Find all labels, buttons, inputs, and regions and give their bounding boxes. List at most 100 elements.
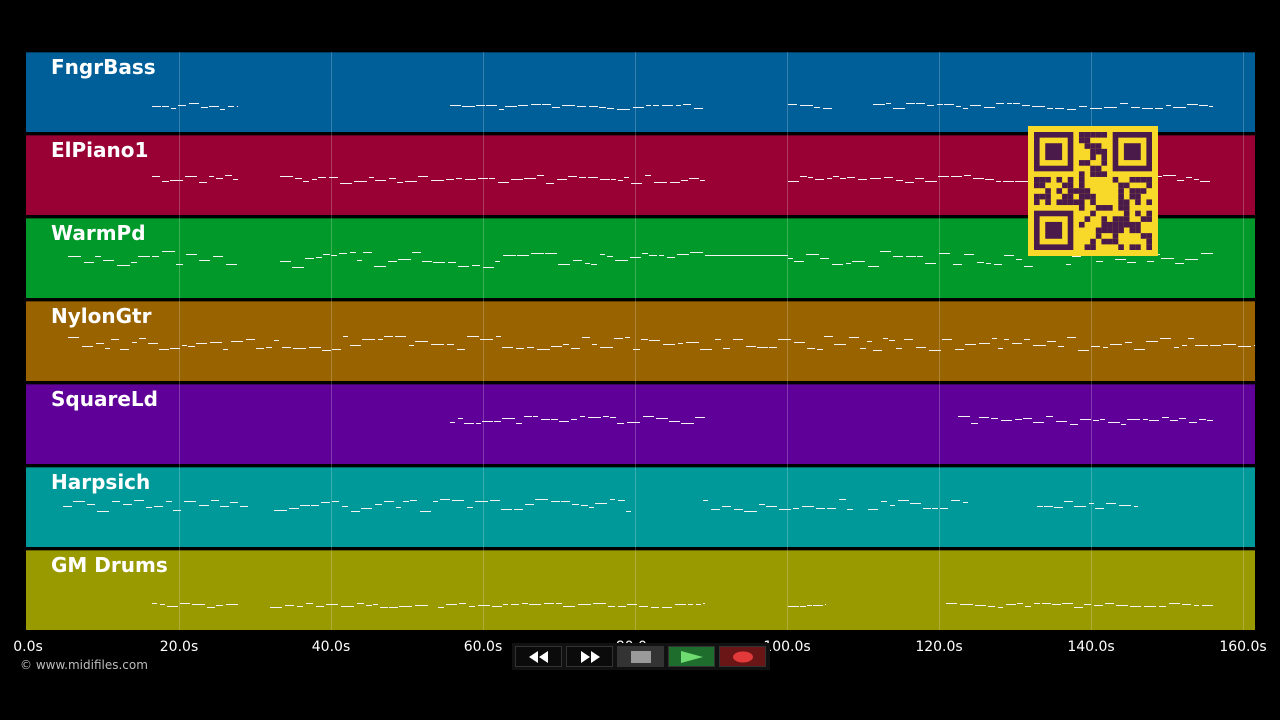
note bbox=[412, 252, 421, 253]
note bbox=[904, 339, 913, 340]
note bbox=[216, 605, 223, 606]
note bbox=[457, 349, 465, 350]
note bbox=[1179, 418, 1186, 419]
track-nylongtr[interactable]: NylonGtr bbox=[26, 301, 1255, 381]
note bbox=[537, 175, 544, 176]
note bbox=[176, 264, 183, 265]
note bbox=[1127, 262, 1136, 263]
note bbox=[847, 177, 855, 178]
track-label: SquareLd bbox=[51, 387, 158, 411]
record-button[interactable] bbox=[719, 646, 766, 667]
note bbox=[1127, 419, 1140, 420]
play-icon bbox=[680, 650, 703, 663]
note bbox=[793, 508, 799, 509]
note bbox=[618, 500, 625, 501]
note bbox=[531, 104, 541, 105]
note bbox=[925, 181, 937, 182]
note bbox=[87, 504, 95, 505]
note bbox=[332, 501, 339, 502]
note bbox=[996, 181, 1001, 182]
note bbox=[643, 416, 654, 417]
note bbox=[893, 108, 905, 109]
note bbox=[925, 263, 936, 264]
note bbox=[998, 607, 1003, 608]
play-button[interactable] bbox=[668, 646, 715, 667]
note bbox=[951, 500, 960, 501]
note bbox=[152, 256, 159, 257]
note bbox=[1120, 103, 1128, 104]
note bbox=[558, 264, 570, 265]
note bbox=[311, 505, 319, 506]
note bbox=[1100, 419, 1105, 420]
track-gm-drums[interactable]: GM Drums bbox=[26, 550, 1255, 630]
note bbox=[1084, 604, 1091, 605]
note bbox=[986, 263, 991, 264]
note bbox=[516, 423, 522, 424]
note bbox=[973, 178, 984, 179]
note bbox=[833, 176, 839, 177]
note bbox=[573, 260, 582, 261]
note bbox=[846, 263, 851, 264]
note bbox=[662, 607, 672, 608]
note bbox=[806, 254, 819, 255]
note bbox=[162, 251, 175, 252]
note bbox=[354, 181, 367, 182]
note bbox=[499, 109, 504, 110]
note bbox=[476, 105, 485, 106]
note bbox=[1093, 420, 1099, 421]
note bbox=[131, 262, 137, 263]
note bbox=[146, 507, 152, 508]
note bbox=[514, 509, 523, 510]
note bbox=[535, 499, 548, 500]
note bbox=[525, 504, 534, 505]
note bbox=[312, 179, 317, 180]
track-label: GM Drums bbox=[51, 553, 168, 577]
copyright-text: © www.midifiles.com bbox=[20, 658, 148, 672]
track-label: NylonGtr bbox=[51, 304, 152, 328]
note bbox=[1185, 259, 1198, 260]
note bbox=[1104, 107, 1117, 108]
note bbox=[617, 423, 624, 424]
note bbox=[700, 180, 705, 181]
note bbox=[592, 344, 597, 345]
note bbox=[189, 103, 199, 104]
note bbox=[1119, 505, 1131, 506]
track-fngrbass[interactable]: FngrBass bbox=[26, 52, 1255, 132]
note bbox=[160, 604, 165, 605]
note bbox=[923, 508, 931, 509]
note bbox=[1013, 103, 1020, 104]
note bbox=[847, 509, 853, 510]
note bbox=[467, 507, 473, 508]
fast-forward-button[interactable] bbox=[566, 646, 613, 667]
note bbox=[1110, 344, 1122, 345]
note bbox=[384, 336, 393, 337]
transport-controls bbox=[512, 643, 770, 670]
note bbox=[1130, 606, 1141, 607]
note bbox=[1067, 109, 1076, 110]
rewind-button[interactable] bbox=[515, 646, 562, 667]
note bbox=[1033, 345, 1046, 346]
note bbox=[209, 176, 214, 177]
note bbox=[226, 264, 237, 265]
note bbox=[646, 105, 651, 106]
track-label: FngrBass bbox=[51, 55, 156, 79]
note bbox=[870, 178, 881, 179]
note bbox=[422, 261, 432, 262]
note bbox=[932, 508, 938, 509]
note bbox=[213, 256, 223, 257]
note bbox=[486, 105, 497, 106]
note bbox=[1070, 424, 1078, 425]
note bbox=[1166, 105, 1171, 106]
note bbox=[881, 501, 887, 502]
note bbox=[670, 182, 680, 183]
note bbox=[274, 510, 287, 511]
note bbox=[1064, 501, 1073, 502]
note bbox=[270, 607, 282, 608]
note bbox=[527, 347, 534, 348]
track-harpsich[interactable]: Harpsich bbox=[26, 467, 1255, 547]
note bbox=[562, 105, 575, 106]
stop-button[interactable] bbox=[617, 646, 664, 667]
note bbox=[522, 603, 528, 604]
note bbox=[1006, 604, 1016, 605]
note bbox=[800, 606, 806, 607]
